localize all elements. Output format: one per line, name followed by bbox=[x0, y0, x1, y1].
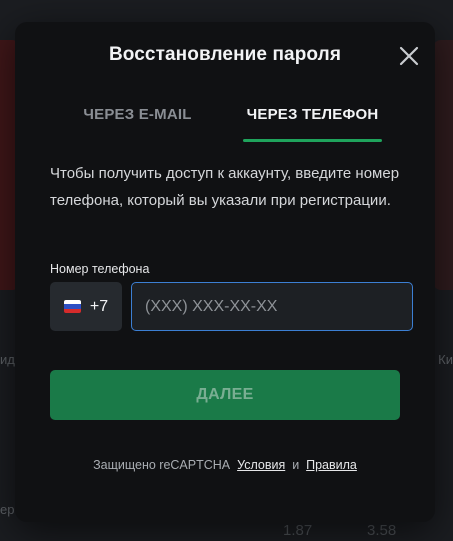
tab-email[interactable]: ЧЕРЕЗ E-MAIL bbox=[50, 100, 225, 142]
background-odds-1: 1.87 bbox=[283, 522, 313, 539]
dialog-title: Восстановление пароля bbox=[108, 44, 342, 65]
privacy-link[interactable]: Правила bbox=[306, 458, 357, 472]
background-text-bottom-left: ер bbox=[0, 502, 15, 517]
close-button[interactable] bbox=[397, 44, 421, 68]
country-code: +7 bbox=[89, 297, 109, 315]
password-recovery-dialog: Восстановление пароля ЧЕРЕЗ E-MAIL ЧЕРЕЗ… bbox=[15, 22, 435, 522]
recaptcha-notice: Защищено reCAPTCHA Условия и Правила bbox=[15, 458, 435, 472]
terms-link[interactable]: Условия bbox=[237, 458, 285, 472]
russia-flag-icon bbox=[63, 300, 81, 313]
country-code-selector[interactable]: +7 bbox=[50, 282, 122, 331]
tab-phone[interactable]: ЧЕРЕЗ ТЕЛЕФОН bbox=[225, 100, 400, 142]
background-card-right bbox=[433, 40, 453, 290]
phone-field-label: Номер телефона bbox=[50, 262, 150, 276]
instructions-text: Чтобы получить доступ к аккаунту, введит… bbox=[50, 165, 400, 209]
next-button[interactable]: ДАЛЕЕ bbox=[50, 370, 400, 420]
recaptcha-and-text: и bbox=[292, 458, 300, 472]
background-text-left: ид bbox=[0, 352, 15, 367]
recovery-method-tabs: ЧЕРЕЗ E-MAIL ЧЕРЕЗ ТЕЛЕФОН bbox=[50, 100, 400, 142]
background-odds-2: 3.58 bbox=[367, 522, 397, 539]
close-icon bbox=[399, 46, 419, 66]
background-text-right: Ки bbox=[438, 352, 453, 367]
phone-number-input[interactable] bbox=[131, 282, 413, 331]
recaptcha-text: Защищено reCAPTCHA bbox=[93, 458, 231, 472]
